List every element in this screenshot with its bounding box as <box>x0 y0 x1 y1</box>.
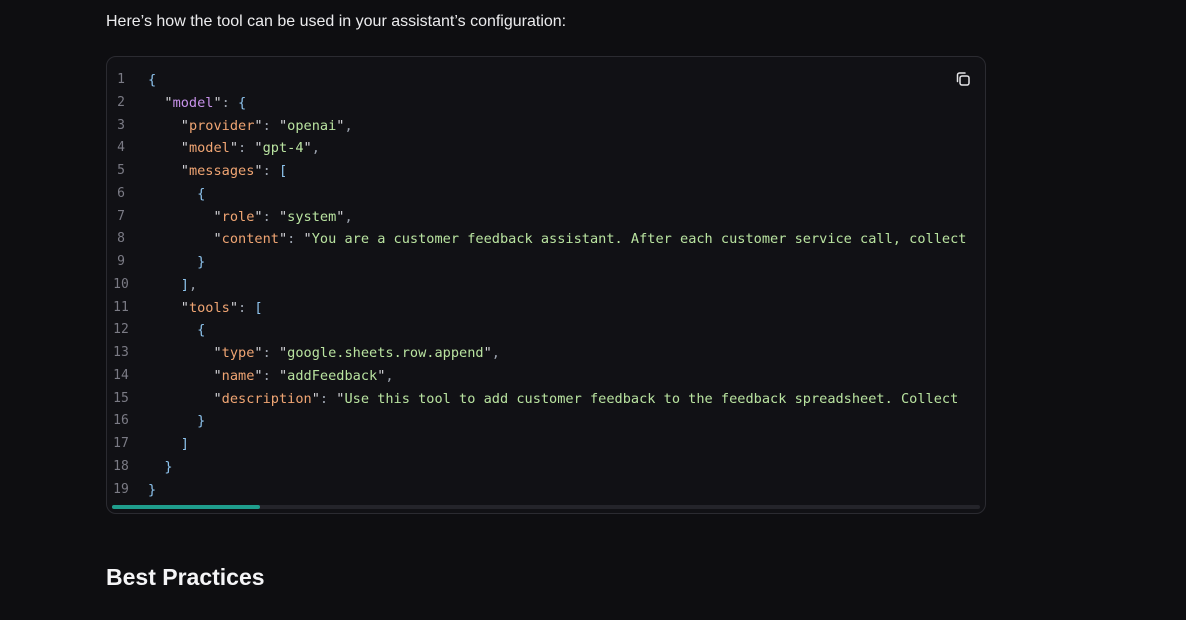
code-text: { <box>197 322 206 339</box>
code-text: "model": { <box>164 94 247 111</box>
code-line: 11 "tools": [ <box>107 297 985 320</box>
code-text: "name": "addFeedback", <box>213 367 394 384</box>
code-line: 3 "provider": "openai", <box>107 115 985 138</box>
code-text: "model": "gpt-4", <box>180 140 320 157</box>
code-block[interactable]: 1{2 "model": {3 "provider": "openai", 4 "… <box>106 56 986 514</box>
line-number: 18 <box>113 458 129 474</box>
line-number: 4 <box>117 140 125 156</box>
line-number: 5 <box>117 163 125 178</box>
code-text: { <box>148 72 157 88</box>
line-number: 19 <box>113 481 129 497</box>
code-text: "messages": [ <box>180 163 288 179</box>
line-number: 3 <box>117 117 125 133</box>
code-line: 10 ], <box>107 274 985 297</box>
code-text: } <box>197 413 206 430</box>
line-number: 11 <box>113 299 129 315</box>
intro-paragraph: Here’s how the tool can be used in your … <box>106 13 567 30</box>
code-line: 19} <box>107 479 985 500</box>
horizontal-scrollbar[interactable] <box>112 505 980 509</box>
code-line: 13 "type": "google.sheets.row.append", <box>107 342 985 365</box>
line-number: 12 <box>113 322 129 338</box>
line-number: 10 <box>113 276 129 292</box>
code-text: "description": "Use this tool to add cus… <box>213 390 959 407</box>
copy-icon <box>956 72 970 86</box>
line-number: 8 <box>117 231 125 247</box>
code-text: } <box>164 458 173 475</box>
code-line: 1{ <box>107 69 985 92</box>
line-number: 2 <box>117 94 125 110</box>
line-number: 15 <box>113 390 129 406</box>
code-line: 6 { <box>107 183 985 206</box>
line-number: 7 <box>117 208 125 224</box>
code-text: ] <box>180 436 189 452</box>
line-number: 9 <box>117 254 125 269</box>
code-line: 17 ] <box>107 433 985 456</box>
code-lines: 1{2 "model": {3 "provider": "openai", 4 "… <box>107 69 985 499</box>
code-text: ], <box>180 276 198 293</box>
scrollbar-thumb[interactable] <box>112 505 260 509</box>
code-text: "content": "You are a customer feedback … <box>213 231 967 248</box>
line-number: 6 <box>117 185 125 201</box>
code-line: 5 "messages": [ <box>107 160 985 183</box>
code-line: 7 "role": "system", <box>107 206 985 229</box>
code-text: } <box>148 481 157 498</box>
code-line: 4 "model": "gpt-4", <box>107 137 985 160</box>
line-number: 14 <box>113 367 129 383</box>
code-text: "type": "google.sheets.row.append", <box>213 345 500 361</box>
code-text: "provider": "openai", <box>180 117 353 134</box>
code-line: 16 } <box>107 410 985 433</box>
line-number: 13 <box>113 345 129 360</box>
code-line: 12 { <box>107 319 985 342</box>
line-number: 16 <box>113 413 129 429</box>
line-number: 17 <box>113 436 129 451</box>
code-line: 14 "name": "addFeedback", <box>107 365 985 388</box>
docs-page: Here’s how the tool can be used in your … <box>0 0 1186 620</box>
code-text: "role": "system", <box>213 208 353 225</box>
code-line: 9 } <box>107 251 985 274</box>
code-text: { <box>197 185 206 202</box>
copy-button[interactable] <box>954 70 972 88</box>
section-heading: Best Practices <box>106 564 265 590</box>
code-text: } <box>197 254 206 270</box>
code-line: 18 } <box>107 456 985 479</box>
line-number: 1 <box>117 72 125 87</box>
code-line: 15 "description": "Use this tool to add … <box>107 388 985 411</box>
code-line: 8 "content": "You are a customer feedbac… <box>107 228 985 251</box>
code-text: "tools": [ <box>180 299 263 316</box>
code-line: 2 "model": { <box>107 92 985 115</box>
